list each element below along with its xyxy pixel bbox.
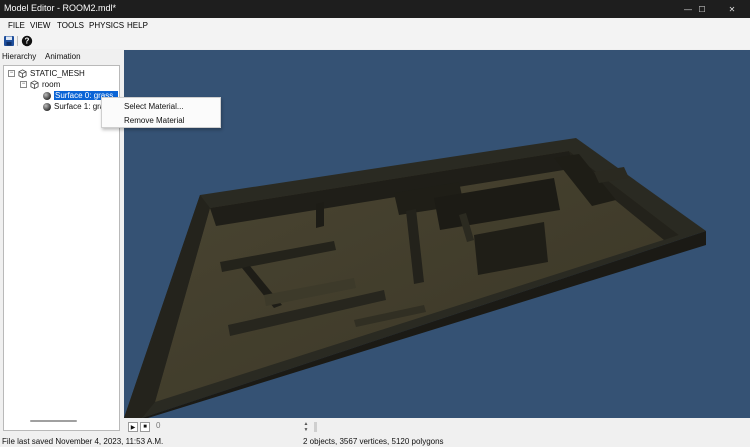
context-menu: Select Material... Remove Material xyxy=(101,97,221,128)
horizontal-scrollbar[interactable] xyxy=(30,420,77,422)
tree-node-label: Surface 1: gra xyxy=(54,102,105,111)
menu-file[interactable]: FILE xyxy=(8,21,25,30)
menu-item-remove-material[interactable]: Remove Material xyxy=(124,116,184,125)
tree-node-room[interactable]: − room xyxy=(20,79,60,90)
sphere-icon xyxy=(43,102,51,111)
collapse-icon[interactable]: − xyxy=(20,81,27,88)
menu-item-select-material[interactable]: Select Material... xyxy=(124,102,184,111)
toolbar: ? xyxy=(0,33,750,49)
tree-node-static-mesh[interactable]: − STATIC_MESH xyxy=(8,68,85,79)
collapse-icon[interactable]: − xyxy=(8,70,15,77)
window-title: Model Editor - ROOM2.mdl* xyxy=(4,3,117,13)
svg-text:?: ? xyxy=(25,37,30,46)
save-icon[interactable] xyxy=(3,35,15,47)
tree-node-label: STATIC_MESH xyxy=(30,69,85,78)
timeline-slider[interactable] xyxy=(314,422,317,432)
tree-node-label: room xyxy=(42,80,61,89)
menu-tools[interactable]: TOOLS xyxy=(57,21,84,30)
stop-button[interactable]: ■ xyxy=(140,422,150,432)
tab-animation[interactable]: Animation xyxy=(45,52,81,61)
frame-input[interactable]: 0 xyxy=(154,421,310,433)
playback-bar: ▶ ■ 0 ▲ ▼ xyxy=(124,419,750,435)
close-button[interactable]: ✕ xyxy=(718,0,746,18)
toolbar-separator xyxy=(17,36,18,46)
title-bar: Model Editor - ROOM2.mdl* — ☐ ✕ xyxy=(0,0,750,18)
status-bar: File last saved November 4, 2023, 11:53 … xyxy=(0,435,750,447)
help-icon[interactable]: ? xyxy=(21,35,33,47)
menu-bar: FILE VIEW TOOLS PHYSICS HELP xyxy=(0,18,750,33)
cube-icon xyxy=(30,80,39,89)
menu-physics[interactable]: PHYSICS xyxy=(89,21,124,30)
frame-spinner[interactable]: ▲ ▼ xyxy=(302,421,310,433)
mesh-stats: 2 objects, 3567 vertices, 5120 polygons xyxy=(303,437,444,446)
cube-icon xyxy=(18,69,27,78)
menu-view[interactable]: VIEW xyxy=(30,21,50,30)
tab-hierarchy[interactable]: Hierarchy xyxy=(2,52,36,61)
last-saved-status: File last saved November 4, 2023, 11:53 … xyxy=(2,437,164,446)
maximize-button[interactable]: ☐ xyxy=(688,0,716,18)
tree-node-surface-1[interactable]: Surface 1: gra xyxy=(43,101,104,112)
menu-help[interactable]: HELP xyxy=(127,21,148,30)
sphere-icon xyxy=(43,91,51,100)
play-button[interactable]: ▶ xyxy=(128,422,138,432)
